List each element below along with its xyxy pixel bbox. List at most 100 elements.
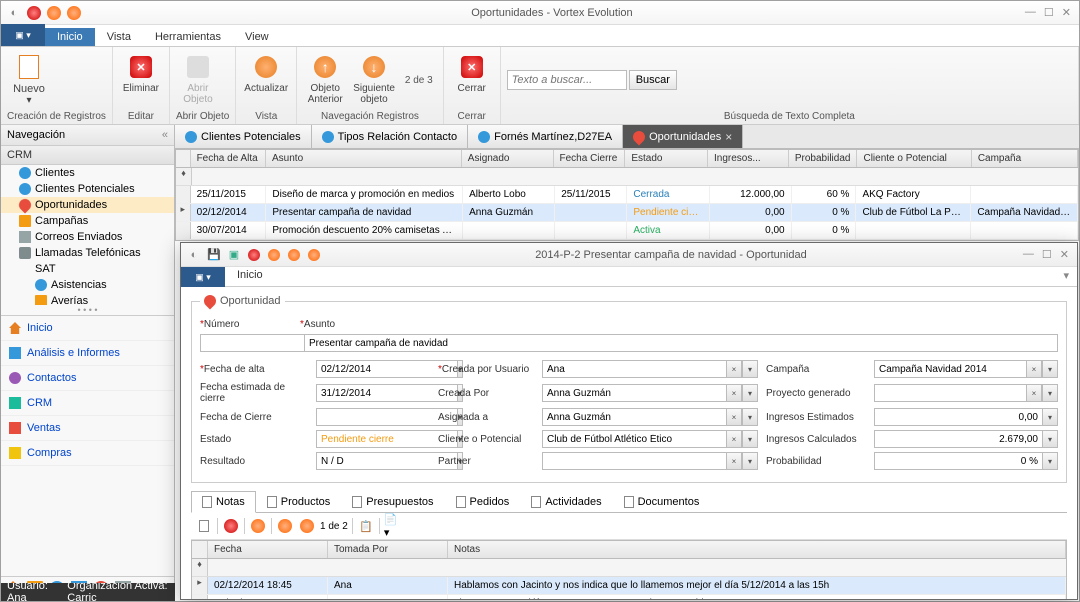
clear-icon[interactable]: × xyxy=(726,384,742,402)
detail-maximize-button[interactable]: ☐ xyxy=(1042,248,1052,261)
search-input[interactable] xyxy=(507,70,627,90)
nuevo-button[interactable]: Nuevo▾ xyxy=(7,51,51,108)
ribbon-tab-inicio[interactable]: Inicio xyxy=(45,28,95,46)
ingresos-estimados-input[interactable] xyxy=(874,408,1042,426)
campana-input[interactable] xyxy=(874,360,1026,378)
detail-tab-notas[interactable]: Notas xyxy=(191,491,256,513)
clear-icon[interactable]: × xyxy=(1026,360,1042,378)
siguiente-objeto-button[interactable]: ↓ Siguienteobjeto xyxy=(351,51,397,107)
dropdown-icon[interactable]: ▾ xyxy=(742,452,758,470)
detail-tab-productos[interactable]: Productos xyxy=(256,491,342,512)
detail-qat-icon[interactable] xyxy=(265,246,283,264)
nav-section-crm[interactable]: CRM xyxy=(1,146,174,165)
clear-icon[interactable]: × xyxy=(726,408,742,426)
asunto-input[interactable] xyxy=(304,334,1058,352)
notes-tool-icon[interactable]: 📋 xyxy=(357,517,375,535)
table-row[interactable]: ▸ 02/12/2014 Presentar campaña de navida… xyxy=(176,204,1078,222)
prev-note-button[interactable] xyxy=(276,517,294,535)
qat-back-icon[interactable]: ◐ xyxy=(5,4,23,22)
detail-qat-icon[interactable] xyxy=(245,246,263,264)
fecha-estimada-input[interactable] xyxy=(316,384,457,402)
detail-minimize-button[interactable]: — xyxy=(1023,248,1034,261)
col-campana[interactable]: Campaña xyxy=(972,150,1078,167)
proyecto-input[interactable] xyxy=(874,384,1026,402)
detail-qat-prev-icon[interactable] xyxy=(285,246,303,264)
dropdown-icon[interactable]: ▾ xyxy=(742,360,758,378)
col-asunto[interactable]: Asunto xyxy=(266,150,462,167)
detail-file-button[interactable]: ▣ ▾ xyxy=(181,267,225,287)
creada-usuario-input[interactable] xyxy=(542,360,726,378)
detail-tab-pedidos[interactable]: Pedidos xyxy=(445,491,521,512)
clear-icon[interactable]: × xyxy=(726,360,742,378)
doc-tab[interactable]: Tipos Relación Contacto xyxy=(312,125,468,148)
cerrar-button[interactable]: ✕ Cerrar xyxy=(450,51,494,96)
qat-prev-icon[interactable] xyxy=(45,4,63,22)
ingresos-calculados-input[interactable] xyxy=(874,430,1042,448)
qat-next-icon[interactable] xyxy=(65,4,83,22)
fecha-alta-input[interactable] xyxy=(316,360,457,378)
nav-tree-item[interactable]: Oportunidades xyxy=(1,197,174,213)
nav-tree-item[interactable]: Llamadas Telefónicas xyxy=(1,245,174,261)
dropdown-icon[interactable]: ▾ xyxy=(1042,384,1058,402)
nav-tree-item[interactable]: Averías xyxy=(1,293,174,305)
close-button[interactable]: ✕ xyxy=(1062,6,1071,19)
detail-tab-documentos[interactable]: Documentos xyxy=(613,491,711,512)
doc-tab[interactable]: Fornés Martínez,D27EA xyxy=(468,125,623,148)
partner-input[interactable] xyxy=(542,452,726,470)
dropdown-icon[interactable]: ▾ xyxy=(742,408,758,426)
dropdown-icon[interactable]: ▾ xyxy=(1042,430,1058,448)
cliente-input[interactable] xyxy=(542,430,726,448)
ribbon-tab-vista[interactable]: Vista xyxy=(95,28,143,46)
clear-icon[interactable]: × xyxy=(726,430,742,448)
minimize-button[interactable]: — xyxy=(1025,6,1036,19)
detail-tab-inicio[interactable]: Inicio xyxy=(225,267,275,286)
col-estado[interactable]: Estado xyxy=(625,150,708,167)
next-note-button[interactable] xyxy=(298,517,316,535)
dropdown-icon[interactable]: ▾ xyxy=(742,384,758,402)
nav-link-compras[interactable]: Compras xyxy=(1,441,174,466)
ribbon-tab-view[interactable]: View xyxy=(233,28,281,46)
detail-tab-actividades[interactable]: Actividades xyxy=(520,491,612,512)
new-note-button[interactable] xyxy=(195,517,213,535)
probabilidad-input[interactable] xyxy=(874,452,1042,470)
notes-tool-icon[interactable]: 📄▾ xyxy=(384,517,402,535)
tab-close-icon[interactable]: × xyxy=(725,130,732,144)
nav-tree-item[interactable]: Clientes Potenciales xyxy=(1,181,174,197)
note-row[interactable]: 01/12/2014 18:44 Ana Llamamos por teléfo… xyxy=(192,595,1066,599)
col-fecha-alta[interactable]: Fecha de Alta xyxy=(191,150,266,167)
detail-qat-icon[interactable]: ◐ xyxy=(185,246,203,264)
asignada-input[interactable] xyxy=(542,408,726,426)
col-probabilidad[interactable]: Probabilidad xyxy=(789,150,858,167)
ribbon-file-button[interactable]: ▣ ▾ xyxy=(1,24,45,46)
nav-tree-item[interactable]: Clientes xyxy=(1,165,174,181)
estado-input[interactable] xyxy=(316,430,457,448)
search-button[interactable]: Buscar xyxy=(629,70,677,90)
nav-link-contactos[interactable]: Contactos xyxy=(1,366,174,391)
creada-por-input[interactable] xyxy=(542,384,726,402)
nav-tree-item[interactable]: Correos Enviados xyxy=(1,229,174,245)
nav-tree-item[interactable]: Asistencias xyxy=(1,277,174,293)
maximize-button[interactable]: ☐ xyxy=(1044,6,1054,19)
clear-icon[interactable]: × xyxy=(726,452,742,470)
dropdown-icon[interactable]: ▾ xyxy=(1042,452,1058,470)
eliminar-button[interactable]: ✕ Eliminar xyxy=(119,51,163,96)
refresh-notes-button[interactable] xyxy=(249,517,267,535)
detail-qat-next-icon[interactable] xyxy=(305,246,323,264)
detail-close-button[interactable]: ✕ xyxy=(1060,248,1069,261)
note-row[interactable]: ▸ 02/12/2014 18:45 Ana Hablamos con Jaci… xyxy=(192,577,1066,595)
doc-tab[interactable]: Oportunidades× xyxy=(623,125,743,148)
doc-tab[interactable]: Clientes Potenciales xyxy=(175,125,312,148)
nav-link-ventas[interactable]: Ventas xyxy=(1,416,174,441)
ribbon-tab-herramientas[interactable]: Herramientas xyxy=(143,28,233,46)
nav-tree-item[interactable]: SAT xyxy=(1,261,174,277)
dropdown-icon[interactable]: ▾ xyxy=(1042,360,1058,378)
nav-link-crm[interactable]: CRM xyxy=(1,391,174,416)
col-cliente[interactable]: Cliente o Potencial xyxy=(857,150,971,167)
clear-icon[interactable]: × xyxy=(1026,384,1042,402)
detail-tab-presupuestos[interactable]: Presupuestos xyxy=(341,491,444,512)
actualizar-button[interactable]: Actualizar xyxy=(242,51,290,96)
detail-qat-icon[interactable]: ▣ xyxy=(225,246,243,264)
delete-note-button[interactable] xyxy=(222,517,240,535)
resultado-input[interactable] xyxy=(316,452,457,470)
dropdown-icon[interactable]: ▾ xyxy=(1042,408,1058,426)
